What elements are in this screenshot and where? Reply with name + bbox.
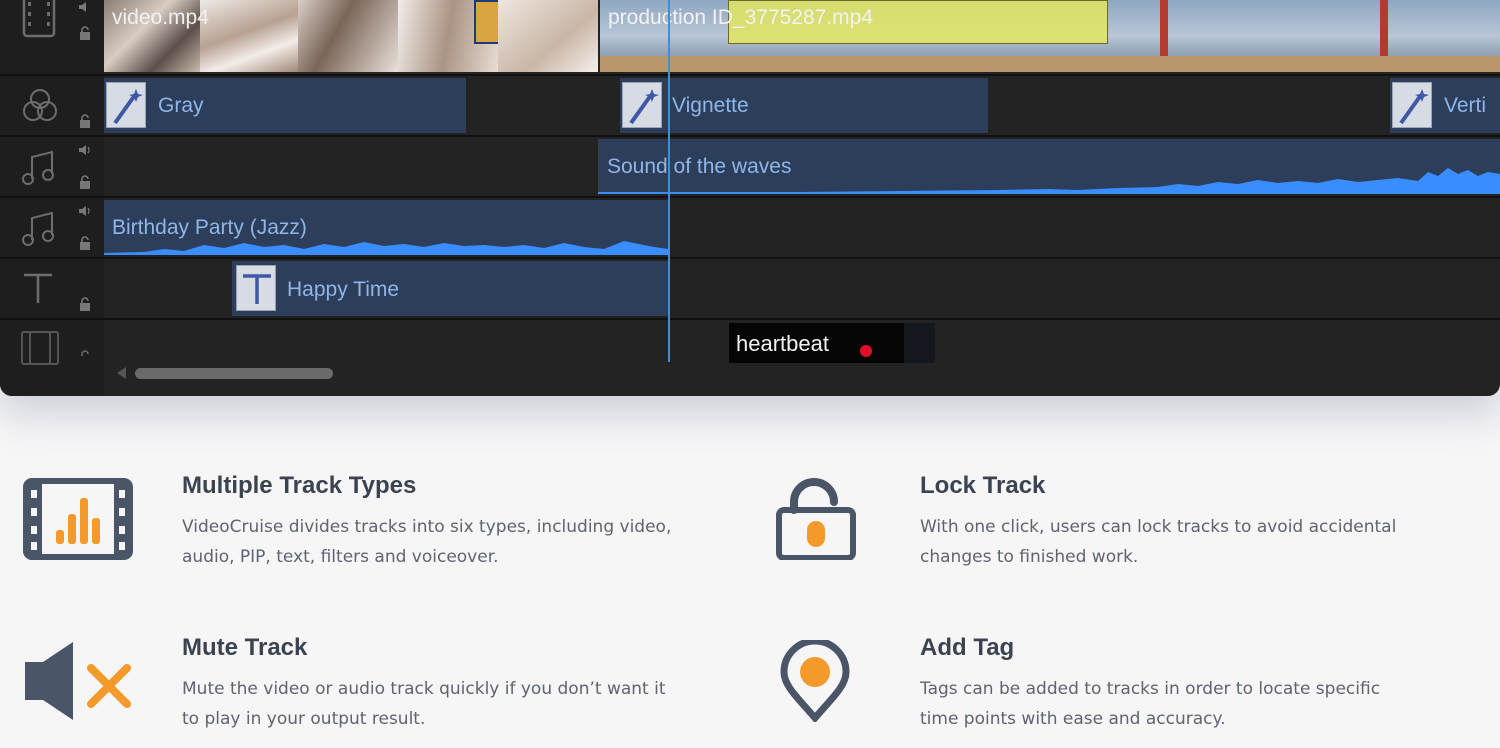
track-header [0, 76, 104, 135]
audio-clip[interactable]: Birthday Party (Jazz) [104, 200, 668, 255]
lock-icon[interactable] [78, 346, 92, 360]
clip-label: video.mp4 [112, 6, 209, 29]
film-track-icon [22, 0, 56, 38]
clip-label: Vignette [672, 94, 749, 117]
speaker-icon[interactable] [78, 143, 92, 157]
feature-title: Mute Track [182, 634, 308, 661]
thumbnail [498, 0, 598, 72]
audio-clip[interactable]: Sound of the waves [598, 139, 1500, 194]
filter-clip[interactable]: Gray [104, 78, 466, 133]
map-pin-icon [780, 640, 850, 722]
music-note-icon [22, 211, 54, 246]
audio-track[interactable]: Birthday Party (Jazz) [0, 198, 1500, 259]
speaker-mute-icon [25, 642, 131, 720]
film-equalizer-icon [23, 478, 133, 560]
thumbnail [200, 0, 298, 72]
horizontal-scrollbar[interactable] [135, 368, 333, 379]
text-t-icon [24, 273, 52, 303]
feature-description: VideoCruise divides tracks into six type… [182, 517, 672, 567]
pip-track[interactable]: heartbeat [0, 320, 1500, 396]
clip-label: Sound of the waves [607, 155, 792, 178]
music-note-icon [22, 150, 54, 185]
clip-label: Verti [1444, 94, 1487, 117]
track-header [0, 259, 104, 318]
video-clip[interactable]: video.mp4 [104, 0, 598, 72]
magic-wand-icon [1392, 82, 1432, 128]
shore-strip [600, 56, 1500, 72]
feature-description: Tags can be added to tracks in order to … [920, 679, 1381, 729]
thumbnail [904, 323, 935, 363]
video-track[interactable]: video.mp4 production ID_3775287.mp4 [0, 0, 1500, 76]
feature-title: Add Tag [920, 634, 1015, 661]
magic-wand-icon [622, 82, 662, 128]
filter-clip[interactable]: Vignette [620, 78, 988, 133]
clip-label: heartbeat [736, 331, 829, 356]
clip-label: Gray [158, 94, 204, 117]
feature-description: Mute the video or audio track quickly if… [182, 679, 666, 729]
filter-clip[interactable]: Verti [1390, 78, 1500, 133]
speaker-icon[interactable] [78, 204, 92, 218]
text-track[interactable]: Happy Time [0, 259, 1500, 320]
playhead[interactable] [668, 0, 670, 362]
video-clip[interactable]: production ID_3775287.mp4 [600, 0, 1500, 72]
thumbnail [298, 0, 398, 72]
lock-icon[interactable] [78, 297, 92, 311]
lock-icon[interactable] [78, 114, 92, 128]
track-header [0, 0, 104, 74]
track-header [0, 137, 104, 196]
lock-icon[interactable] [78, 175, 92, 189]
audio-track[interactable]: Sound of the waves [0, 137, 1500, 198]
clip-label: production ID_3775287.mp4 [608, 6, 874, 29]
feature-description: With one click, users can lock tracks to… [920, 517, 1397, 567]
record-dot-icon [860, 345, 872, 357]
scroll-left-icon[interactable] [117, 367, 126, 379]
pip-clip[interactable]: heartbeat [729, 323, 935, 363]
text-clip[interactable]: Happy Time [232, 261, 668, 316]
clip-label: Happy Time [287, 278, 400, 301]
speaker-icon[interactable] [78, 0, 92, 14]
feature-title: Multiple Track Types [182, 472, 417, 499]
track-header [0, 198, 104, 257]
lock-icon[interactable] [78, 26, 92, 40]
track-header [0, 320, 104, 396]
filter-track[interactable]: Gray Vignette Verti [0, 76, 1500, 137]
magic-wand-icon [106, 82, 146, 128]
clip-label: Birthday Party (Jazz) [112, 216, 307, 239]
text-t-icon [236, 265, 276, 311]
filter-track-icon [23, 89, 57, 121]
film-track-icon [21, 331, 59, 365]
timeline-panel: video.mp4 production ID_3775287.mp4 Gray [0, 0, 1500, 396]
lock-icon[interactable] [78, 236, 92, 250]
unlock-icon [776, 478, 856, 560]
feature-title: Lock Track [920, 472, 1046, 499]
